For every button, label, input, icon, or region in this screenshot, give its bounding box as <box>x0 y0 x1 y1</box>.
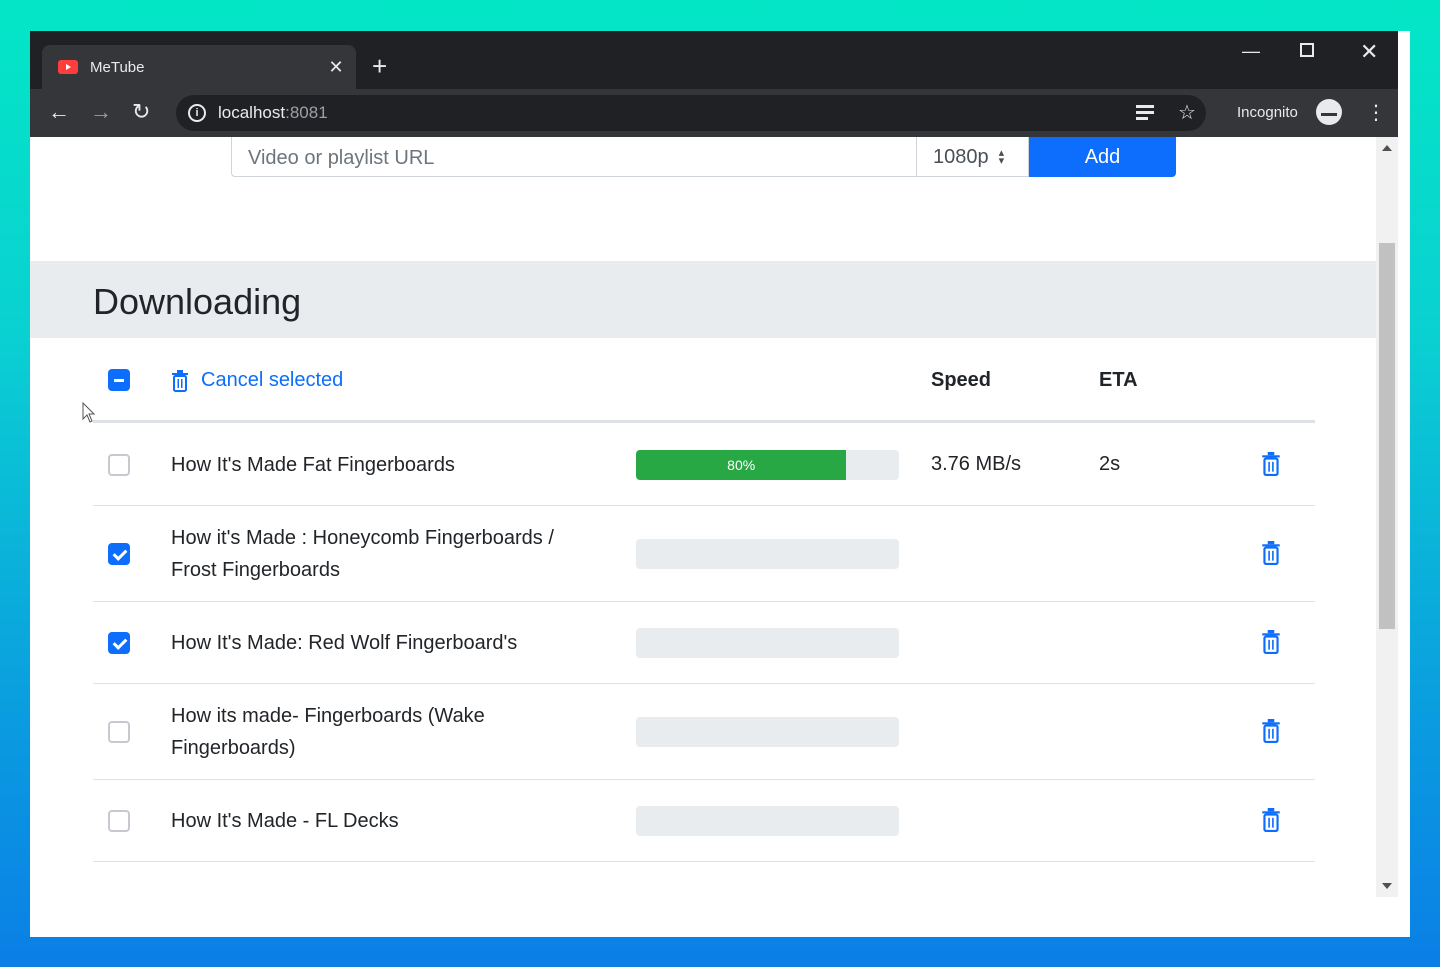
row-checkbox[interactable] <box>108 632 130 654</box>
row-checkbox[interactable] <box>108 721 130 743</box>
reading-list-icon[interactable] <box>1136 101 1154 120</box>
quality-value: 1080p <box>933 145 989 168</box>
browser-titlebar: MeTube ✕ + — ✕ <box>30 31 1398 89</box>
row-checkbox[interactable] <box>108 454 130 476</box>
progress-bar <box>636 717 899 747</box>
close-tab-icon[interactable]: ✕ <box>316 57 356 78</box>
add-download-form: 1080p ▴▾ Add <box>231 137 1176 177</box>
download-row: How it's Made : Honeycomb Fingerboards /… <box>93 506 1315 602</box>
url-host: localhost <box>218 103 286 122</box>
browser-tab[interactable]: MeTube ✕ <box>42 45 356 89</box>
incognito-label: Incognito <box>1237 104 1298 121</box>
list-header: Cancel selected Speed ETA <box>93 355 1315 423</box>
delete-row-trash-icon[interactable] <box>1261 808 1285 834</box>
row-title: How It's Made Fat Fingerboards <box>171 454 455 476</box>
row-speed: 3.76 MB/s <box>931 453 1022 475</box>
download-row: How It's Made: Red Wolf Fingerboard's <box>93 602 1315 684</box>
download-row: How It's Made Fat Fingerboards 80% 3.76 MB… <box>93 424 1315 506</box>
cancel-selected-label: Cancel selected <box>201 369 344 391</box>
section-header: Downloading <box>30 261 1376 338</box>
row-eta: 2s <box>1099 453 1121 475</box>
close-window-icon[interactable]: ✕ <box>1360 39 1378 65</box>
cancel-selected-button[interactable]: Cancel selected <box>171 369 343 392</box>
youtube-favicon-icon <box>58 60 78 74</box>
scroll-up-icon[interactable] <box>1382 145 1392 151</box>
info-icon[interactable]: i <box>188 104 206 122</box>
progress-bar <box>636 806 899 836</box>
section-title: Downloading <box>93 281 302 322</box>
download-row: How It's Made - FL Decks <box>93 780 1315 862</box>
scroll-thumb[interactable] <box>1379 243 1395 629</box>
row-title: How It's Made: Red Wolf Fingerboard's <box>171 632 518 654</box>
reload-icon[interactable]: ↻ <box>132 99 150 125</box>
scroll-down-icon[interactable] <box>1382 883 1392 889</box>
speed-column-header: Speed <box>931 369 992 391</box>
progress-bar: 80% <box>636 450 899 480</box>
back-icon[interactable]: ← <box>48 99 70 125</box>
delete-row-trash-icon[interactable] <box>1261 630 1285 656</box>
progress-bar <box>636 628 899 658</box>
delete-row-trash-icon[interactable] <box>1261 541 1285 567</box>
delete-row-trash-icon[interactable] <box>1261 719 1285 745</box>
url-port: :8081 <box>285 103 328 122</box>
add-button[interactable]: Add <box>1029 137 1176 177</box>
address-bar[interactable]: i localhost:8081 <box>176 95 1206 131</box>
minimize-icon[interactable]: — <box>1242 41 1260 62</box>
delete-row-trash-icon[interactable] <box>1261 452 1285 478</box>
download-row: How its made- Fingerboards (Wake Fingerb… <box>93 684 1315 780</box>
forward-icon[interactable]: → <box>90 99 112 125</box>
url-input[interactable] <box>231 137 917 177</box>
select-all-checkbox[interactable] <box>108 369 130 391</box>
row-checkbox[interactable] <box>108 543 130 565</box>
page-content: 1080p ▴▾ Add Downloading Cancel selected… <box>30 137 1376 897</box>
row-checkbox[interactable] <box>108 810 130 832</box>
eta-column-header: ETA <box>1099 369 1138 391</box>
progress-fill: 80% <box>636 450 847 480</box>
tab-title: MeTube <box>90 58 145 76</box>
menu-icon[interactable]: ⋮ <box>1366 101 1386 125</box>
quality-select[interactable]: 1080p ▴ ▾ <box>917 137 1029 177</box>
select-arrows-icon: ▴ ▾ <box>998 147 1005 167</box>
new-tab-icon[interactable]: + <box>372 51 387 81</box>
screen-frame: MeTube ✕ + — ✕ ← → ↻ i localhost:8081 ☆ … <box>30 31 1410 937</box>
row-title: How It's Made - FL Decks <box>171 810 399 832</box>
bookmark-star-icon[interactable]: ☆ <box>1178 101 1196 125</box>
trash-icon <box>172 369 188 392</box>
browser-toolbar: ← → ↻ i localhost:8081 ☆ Incognito ⋮ <box>30 89 1398 137</box>
maximize-icon[interactable] <box>1300 43 1314 57</box>
incognito-icon[interactable] <box>1316 99 1342 125</box>
progress-bar <box>636 539 899 569</box>
row-title: How its made- Fingerboards (Wake Fingerb… <box>171 705 485 759</box>
mouse-cursor-icon <box>82 402 96 423</box>
scrollbar[interactable] <box>1376 137 1398 897</box>
row-title: How it's Made : Honeycomb Fingerboards /… <box>171 527 554 581</box>
